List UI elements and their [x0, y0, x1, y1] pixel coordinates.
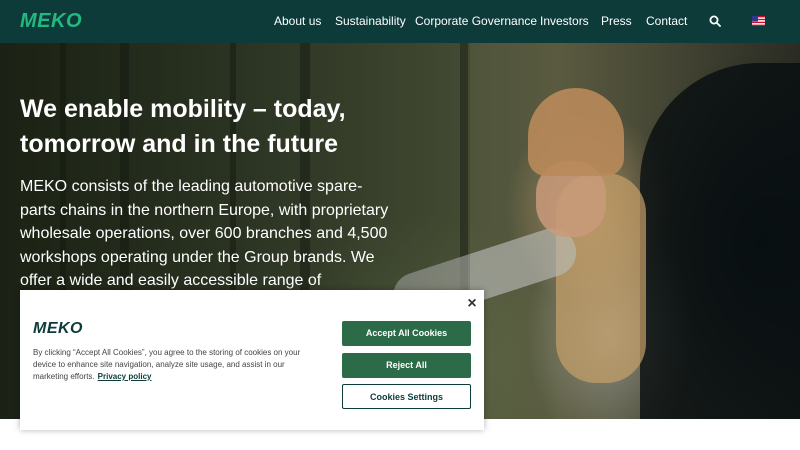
page: MEKO About us Sustainability Corporate G…	[0, 0, 800, 450]
car-window-frame	[640, 63, 800, 419]
search-icon[interactable]	[709, 15, 721, 27]
nav-about-us[interactable]: About us	[274, 14, 321, 28]
top-navigation-bar: MEKO About us Sustainability Corporate G…	[0, 0, 800, 43]
cookies-settings-button[interactable]: Cookies Settings	[342, 384, 471, 409]
reject-all-button[interactable]: Reject All	[342, 353, 471, 378]
cookie-consent-banner: × MEKO By clicking “Accept All Cookies”,…	[20, 290, 484, 430]
cookie-banner-logo: MEKO	[33, 320, 83, 337]
cookie-consent-message: By clicking “Accept All Cookies”, you ag…	[33, 348, 301, 381]
close-icon[interactable]: ×	[465, 296, 479, 312]
meko-logo[interactable]: MEKO	[20, 11, 82, 31]
us-flag-icon[interactable]	[752, 16, 765, 26]
nav-sustainability[interactable]: Sustainability	[335, 14, 406, 28]
privacy-policy-link[interactable]: Privacy policy	[98, 372, 152, 381]
nav-contact[interactable]: Contact	[646, 14, 687, 28]
accept-all-cookies-button[interactable]: Accept All Cookies	[342, 321, 471, 346]
woman-hat	[528, 88, 624, 176]
nav-corporate-governance[interactable]: Corporate Governance	[415, 14, 537, 28]
hero-title: We enable mobility – today, tomorrow and…	[20, 95, 346, 158]
cookie-banner-text: By clicking “Accept All Cookies”, you ag…	[33, 347, 318, 383]
nav-press[interactable]: Press	[601, 14, 632, 28]
nav-investors[interactable]: Investors	[540, 14, 589, 28]
hero-description: MEKO consists of the leading automotive …	[20, 178, 389, 289]
